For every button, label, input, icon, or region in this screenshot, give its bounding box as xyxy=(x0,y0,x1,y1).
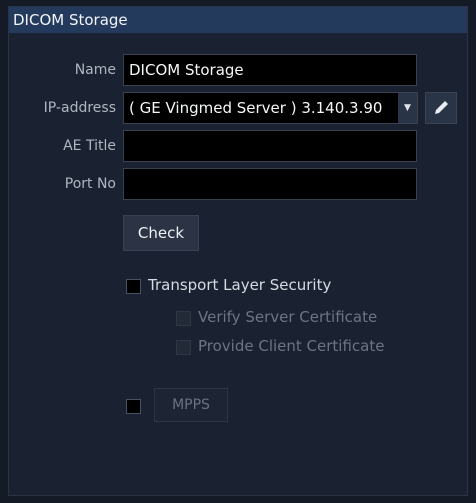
transport-layer-security-label: Transport Layer Security xyxy=(148,276,332,294)
pencil-icon xyxy=(435,101,448,114)
mpps-button[interactable]: MPPS xyxy=(154,388,228,422)
port-no-field[interactable] xyxy=(123,168,417,200)
transport-layer-security-checkbox[interactable] xyxy=(126,279,141,294)
verify-server-certificate-checkbox[interactable] xyxy=(176,311,191,326)
port-no-label: Port No xyxy=(64,176,116,192)
check-button[interactable]: Check xyxy=(123,215,199,251)
panel-title: DICOM Storage xyxy=(9,7,467,33)
name-field[interactable]: DICOM Storage xyxy=(123,54,417,86)
chevron-down-icon[interactable]: ▼ xyxy=(398,93,417,123)
name-label: Name xyxy=(74,62,116,78)
ip-address-value: ( GE Vingmed Server ) 3.140.3.90 xyxy=(129,99,383,117)
ip-address-dropdown[interactable]: ( GE Vingmed Server ) 3.140.3.90 ▼ xyxy=(123,92,418,124)
ae-title-field[interactable] xyxy=(123,130,417,162)
mpps-checkbox[interactable] xyxy=(126,399,141,414)
edit-ip-button[interactable] xyxy=(425,92,457,124)
provide-client-certificate-label: Provide Client Certificate xyxy=(198,337,385,355)
dicom-storage-panel: DICOM Storage Name DICOM Storage IP-addr… xyxy=(8,6,468,496)
ip-address-label: IP-address xyxy=(43,100,116,116)
ae-title-label: AE Title xyxy=(63,138,116,154)
provide-client-certificate-checkbox[interactable] xyxy=(176,340,191,355)
verify-server-certificate-label: Verify Server Certificate xyxy=(198,308,378,326)
